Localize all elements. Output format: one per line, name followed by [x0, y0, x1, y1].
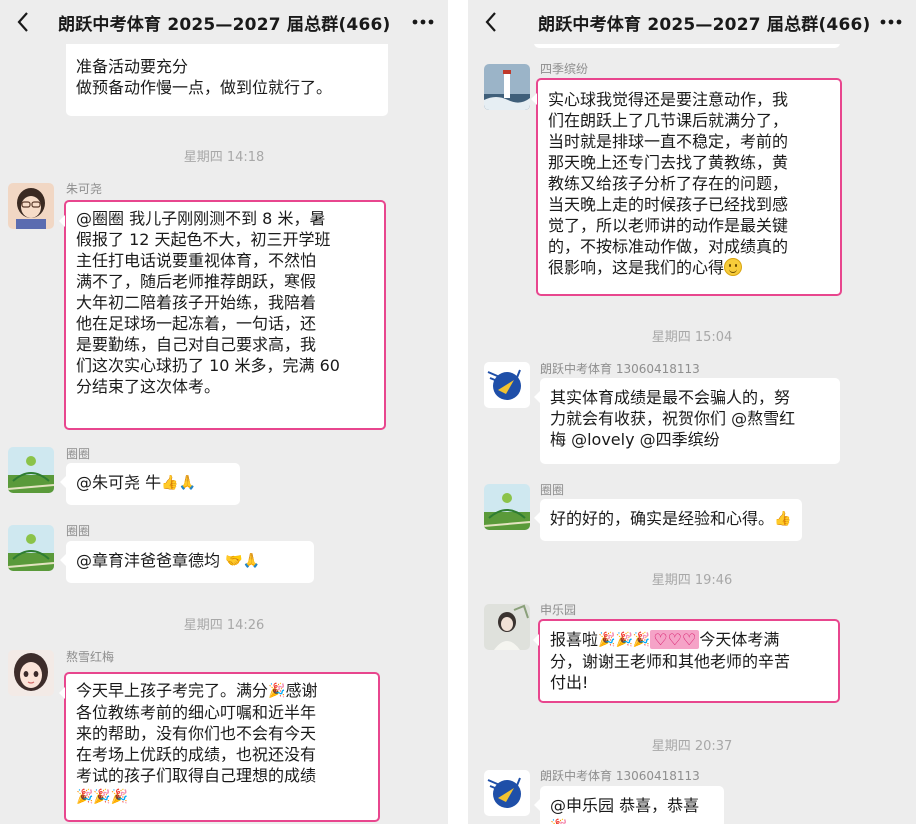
avatar[interactable] [484, 604, 530, 650]
thumbs-up-emoji-icon: 👍 [774, 511, 792, 527]
party-popper-emoji-icon: 🎉 [268, 683, 286, 699]
sender-name: 圈圈 [66, 524, 91, 538]
message-line: 大年初二陪着孩子开始练，我陪着 [76, 293, 317, 312]
message-bubble[interactable]: 好的好的，确实是经验和心得。👍 [534, 499, 802, 541]
message-line: 实心球我觉得还是要注意动作，我 [548, 90, 789, 109]
message-line: 各位教练考前的细心叮嘱和近半年 [76, 703, 317, 722]
more-icon[interactable] [410, 10, 436, 34]
message-line: 梅 @lovely @四季缤纷 [550, 430, 720, 449]
sender-name: 朗跃中考体育 13060418113 [540, 769, 700, 783]
message-text: 好的好的，确实是经验和心得。 [550, 509, 775, 528]
message-bubble[interactable]: @朱可尧 牛👍🙏 [60, 463, 240, 505]
chat-title: 朗跃中考体育 2025—2027 届总群(466) [58, 15, 391, 35]
message-line: 准备活动要充分 [76, 57, 189, 76]
message-line: 们在朗跃上了几节课后就满分了， [548, 111, 789, 130]
party-popper-emoji-icon: 🎉🎉🎉 [76, 789, 129, 805]
avatar[interactable] [8, 447, 54, 493]
message-line: 主任打电话说要重视体育，不然怕 [76, 251, 317, 270]
message-line: 觉了，所以老师讲的动作是最关键 [548, 216, 789, 235]
message-line: 他在足球场一起冻着，一句话，还 [76, 314, 317, 333]
thumbs-up-emoji-icon: 👍🙏 [161, 475, 196, 491]
handshake-emoji-icon: 🤝🙏 [225, 553, 260, 569]
message-text: @朱可尧 牛 [76, 473, 162, 492]
message-line: 分，谢谢王老师和其他老师的辛苦 [550, 652, 791, 671]
chat-panel-right: 朗跃中考体育 2025—2027 届总群(466) 四季缤纷 实心球我觉得还是要… [468, 0, 916, 824]
message-line: 考试的孩子们取得自己理想的成绩 [76, 766, 317, 785]
message-text: 今天体考满 [699, 630, 780, 649]
message-line: 当天晚上走的时候孩子已经找到感 [548, 195, 789, 214]
sender-name: 圈圈 [66, 447, 91, 461]
message-text: 感谢 [285, 681, 318, 700]
message-text: 今天早上孩子考完了。满分 [76, 681, 269, 700]
smile-emoji-icon [724, 258, 743, 276]
sender-name: 熬雪红梅 [66, 650, 115, 664]
message-bubble[interactable]: 其实体育成绩是最不会骗人的，努 力就会有收获，祝贺你们 @熬雪红 梅 @love… [534, 378, 840, 464]
message-line: 的，不按标准动作做，对成绩真的 [548, 237, 789, 256]
message-line: 满不了，随后老师推荐朗跃，寒假 [76, 272, 317, 291]
avatar[interactable] [8, 183, 54, 229]
message-line: 付出! [550, 673, 589, 692]
message-bubble[interactable]: @圈圈 我儿子刚刚测不到 8 米，暑 假报了 12 天起色不大，初三开学班 主任… [59, 200, 386, 430]
sender-name: 申乐园 [540, 603, 577, 617]
more-icon[interactable] [878, 10, 904, 34]
message-bubble[interactable]: @申乐园 恭喜，恭喜 🎉 [534, 786, 724, 824]
chat-title: 朗跃中考体育 2025—2027 届总群(466) [538, 15, 871, 35]
message-bubble[interactable]: 报喜啦🎉🎉🎉 ♡♡♡ 今天体考满 分，谢谢王老师和其他老师的辛苦 付出! [533, 619, 840, 703]
party-popper-emoji-icon: 🎉🎉🎉 [598, 632, 651, 648]
message-line: 今天早上孩子考完了。满分🎉感谢 [76, 680, 368, 702]
message-line: 分结束了这次体考。 [76, 377, 221, 396]
message-text: @申乐园 恭喜，恭喜 [550, 796, 700, 815]
avatar[interactable] [484, 484, 530, 530]
chat-panel-left: 准备活动要充分 做预备动作慢一点，做到位就行了。 朗跃中考体育 2025—202… [0, 0, 448, 824]
timestamp: 星期四 20:37 [651, 739, 733, 754]
timestamp: 星期四 14:18 [183, 150, 265, 165]
avatar[interactable] [8, 650, 54, 696]
message-line: 报喜啦🎉🎉🎉 ♡♡♡ 今天体考满 [550, 629, 828, 651]
avatar[interactable] [8, 525, 54, 571]
timestamp: 星期四 19:46 [651, 573, 733, 588]
message-line: 在考场上优跃的成绩，也祝还没有 [76, 745, 317, 764]
message-text: @章育沣爸爸章德均 [76, 551, 221, 570]
message-text: 报喜啦 [550, 630, 599, 649]
message-line: 是要勤练，自己对自己要求高，我 [76, 335, 317, 354]
message-line: 那天晚上还专门去找了黄教练，黄 [548, 153, 789, 172]
message-line: 很影响，这是我们的心得 [548, 257, 830, 278]
message-line: 做预备动作慢一点，做到位就行了。 [76, 78, 333, 97]
message-bubble[interactable]: 实心球我觉得还是要注意动作，我 们在朗跃上了几节课后就满分了， 当时就是排球一直… [531, 78, 842, 296]
message-line: 来的帮助，没有你们也不会有今天 [76, 724, 317, 743]
chat-header: 朗跃中考体育 2025—2027 届总群(466) [0, 0, 448, 44]
party-popper-emoji-icon: 🎉 [550, 817, 567, 824]
message-line: 力就会有收获，祝贺你们 @熬雪红 [550, 409, 796, 428]
message-line: 当时就是排球一直不稳定，考前的 [548, 132, 789, 151]
sender-name: 四季缤纷 [540, 62, 589, 76]
message-line: 其实体育成绩是最不会骗人的，努 [550, 388, 791, 407]
message-line: @圈圈 我儿子刚刚测不到 8 米，暑 [76, 209, 326, 228]
timestamp: 星期四 15:04 [651, 330, 733, 345]
message-text: 很影响，这是我们的心得 [548, 258, 725, 277]
heart-highlight: ♡♡♡ [650, 630, 700, 649]
sender-name: 圈圈 [540, 483, 565, 497]
sender-name: 朗跃中考体育 13060418113 [540, 362, 700, 376]
message-line: 教练又给孩子分析了存在的问题， [548, 174, 789, 193]
back-icon[interactable] [14, 9, 34, 35]
message-line: 假报了 12 天起色不大，初三开学班 [76, 230, 331, 249]
avatar[interactable] [484, 64, 530, 110]
avatar[interactable] [484, 770, 530, 816]
message-bubble[interactable]: 今天早上孩子考完了。满分🎉感谢 各位教练考前的细心叮嘱和近半年 来的帮助，没有你… [59, 672, 380, 822]
sender-name: 朱可尧 [66, 182, 103, 196]
back-icon[interactable] [482, 9, 502, 35]
message-line: 们这次实心球扔了 10 米多，完满 60 [76, 356, 340, 375]
timestamp: 星期四 14:26 [183, 618, 265, 633]
avatar[interactable] [484, 362, 530, 408]
message-bubble[interactable]: @章育沣爸爸章德均 🤝🙏 [60, 541, 314, 583]
chat-header: 朗跃中考体育 2025—2027 届总群(466) [468, 0, 916, 44]
